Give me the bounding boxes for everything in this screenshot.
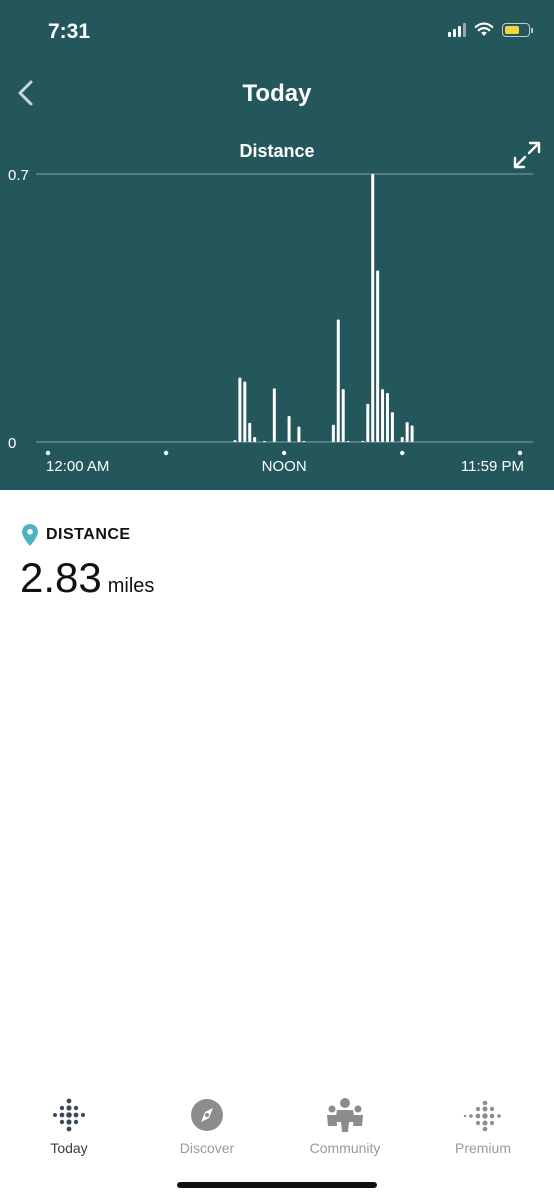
tab-label-discover: Discover [179,1140,235,1156]
chart-panel: 7:31 Today Distance 0.7 0 12:00 AM NOON 11:5… [0,0,554,490]
x-tick-dot [281,450,287,456]
battery-icon [502,22,533,37]
distance-chart: 0.7 0 12:00 AM NOON 11:59 PM [8,167,533,475]
home-indicator [177,1182,377,1188]
y-tick-label: 0.7 [8,167,29,184]
distance-bar [297,426,301,442]
distance-bar [385,392,389,442]
distance-bar [302,441,306,442]
distance-bar [346,441,350,442]
distance-bar [253,437,257,442]
chart-title: Distance [239,141,315,161]
distance-bar [287,415,291,442]
x-tick-dot [517,450,523,456]
compass-icon [191,1099,223,1131]
distance-bar [331,424,335,442]
community-people-icon [327,1098,363,1132]
distance-bar [381,389,385,442]
tab-label-today: Today [50,1140,88,1156]
tab-today[interactable]: Today [0,1090,138,1156]
distance-bar [376,270,380,442]
tab-discover[interactable]: Discover [138,1090,276,1156]
x-tick-dot [163,450,169,456]
premium-dots-icon [463,1100,501,1132]
x-tick-label: NOON [262,458,307,475]
distance-bar [262,441,266,442]
distance-value: 2.83 [20,554,102,601]
distance-bar [390,412,394,442]
tab-label-community: Community [309,1140,381,1156]
tab-label-premium: Premium [454,1140,511,1156]
cellular-signal-icon [448,22,466,37]
x-tick-dot [45,450,51,456]
fitbit-dots-icon [53,1098,85,1132]
metric-value: 2.83 miles [20,554,154,602]
distance-bar [371,174,375,442]
x-tick-dot [400,450,405,456]
distance-bar [405,422,409,442]
y-tick-label: 0 [8,435,16,452]
distance-bar [248,422,252,442]
location-pin-icon [22,524,38,546]
page-title: Today [242,80,312,107]
x-tick-label: 12:00 AM [46,458,109,475]
distance-bar [243,381,247,442]
distance-bar [410,425,414,442]
distance-bar [400,437,404,442]
distance-bar [341,389,345,442]
distance-bar [272,388,276,442]
tab-premium[interactable]: Premium [414,1090,552,1156]
distance-bar [238,377,242,442]
metric-header: DISTANCE [22,524,131,546]
status-time: 7:31 [48,20,91,43]
metric-label: DISTANCE [46,526,131,543]
distance-bar [361,440,365,442]
tab-community[interactable]: Community [276,1090,414,1156]
wifi-icon [474,22,494,36]
distance-bar [366,403,370,442]
x-tick-label: 11:59 PM [461,458,524,475]
distance-bar [336,319,340,442]
distance-bar [233,440,237,442]
status-icons [448,22,533,37]
distance-unit: miles [107,575,155,597]
